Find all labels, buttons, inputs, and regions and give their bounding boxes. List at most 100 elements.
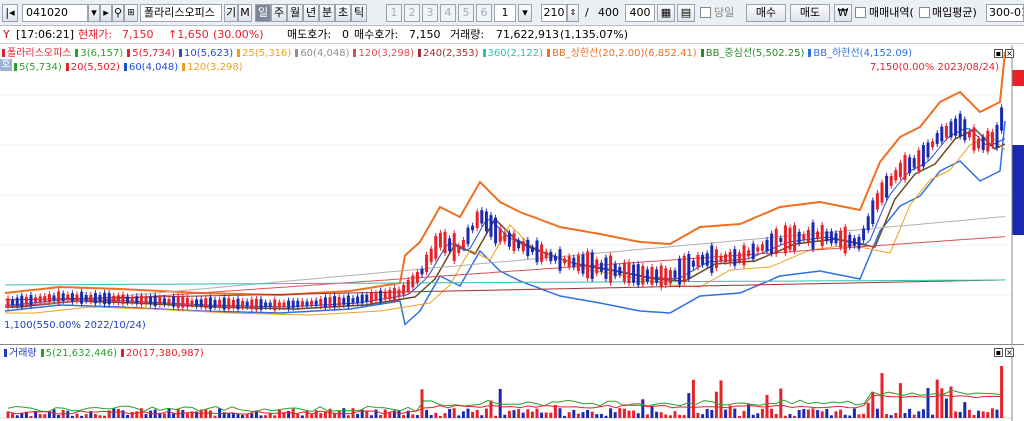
- volume-bar: [549, 412, 553, 418]
- candle-body: [130, 297, 134, 302]
- price-legend-item-11: BB_하한선(4,152.09): [808, 48, 912, 59]
- price-legend-item-9: BB_상한선(20,2.00)(6,852.41): [547, 48, 697, 59]
- volume-bar: [912, 414, 916, 418]
- volume-bar: [760, 408, 764, 418]
- candle-body: [126, 296, 130, 303]
- volume-bar: [273, 415, 277, 418]
- candle-body: [172, 296, 176, 307]
- period-tab-0[interactable]: 일: [255, 4, 271, 22]
- calendar-icon[interactable]: ▦: [657, 4, 675, 22]
- volume-bar: [388, 412, 392, 418]
- candle-body: [995, 125, 999, 148]
- candle-body: [15, 297, 19, 306]
- won-button[interactable]: ₩: [834, 4, 852, 22]
- price-legend-item-10: BB_중심선(5,502.25): [700, 48, 804, 59]
- total-input[interactable]: 400: [625, 4, 655, 22]
- volume-bar: [66, 410, 70, 418]
- candle-body: [558, 249, 562, 271]
- volume-minimize-icon[interactable]: ▪: [994, 348, 1003, 357]
- candle-body: [374, 293, 378, 301]
- grid-icon[interactable]: ▤: [677, 4, 695, 22]
- candle-body: [834, 233, 838, 244]
- next-icon[interactable]: ▸: [100, 4, 112, 22]
- candle-body: [190, 300, 194, 305]
- volume-bar: [80, 415, 84, 418]
- volume-bar: [521, 412, 525, 418]
- code-dropdown-icon[interactable]: ▾: [88, 4, 100, 22]
- volume-bar: [149, 410, 153, 418]
- side-tag[interactable]: 호: [0, 59, 12, 71]
- name-button-a[interactable]: 기: [224, 4, 238, 22]
- candle-body: [530, 247, 534, 252]
- volume-bar: [268, 413, 272, 418]
- toggle-icon[interactable]: ⊞: [124, 4, 138, 22]
- panel-minimize-icon[interactable]: ▪: [994, 49, 1003, 58]
- volume-bar: [977, 410, 981, 418]
- candle-body: [843, 226, 847, 254]
- volume-bar: [208, 410, 212, 418]
- volume-bar: [894, 412, 898, 418]
- volume-bar: [843, 414, 847, 418]
- period-tab-1[interactable]: 주: [271, 4, 287, 22]
- candle-body: [112, 295, 116, 302]
- slot-button-2[interactable]: 3: [422, 4, 438, 22]
- candle-body: [452, 233, 456, 261]
- candle-body: [687, 253, 691, 279]
- period-tab-3[interactable]: 년: [303, 4, 319, 22]
- volume-bar: [604, 415, 608, 418]
- slot-button-4[interactable]: 5: [458, 4, 474, 22]
- volume-bar: [356, 413, 360, 418]
- count-spin-icon[interactable]: ⇕: [567, 4, 579, 22]
- volume-bar: [93, 413, 97, 418]
- quote-bar: Y [17:06:21] 현재가: 7,150 ↑1,650 (30.00%) …: [0, 26, 1024, 44]
- candle-body: [981, 136, 985, 151]
- prev-button[interactable]: |◂: [2, 4, 18, 22]
- candle-body: [89, 294, 93, 302]
- stock-code-input[interactable]: 041020: [22, 4, 88, 22]
- price-legend2-item-1: 20(5,502): [65, 62, 120, 73]
- volume-close-icon[interactable]: ×: [1005, 348, 1014, 357]
- name-button-b[interactable]: M: [238, 4, 252, 22]
- candle-body: [98, 294, 102, 302]
- count-input[interactable]: 210: [541, 4, 567, 22]
- period-tab-2[interactable]: 월: [287, 4, 303, 22]
- today-checkbox[interactable]: [700, 7, 711, 18]
- period-tab-4[interactable]: 분: [319, 4, 335, 22]
- search-icon[interactable]: ⚲: [112, 4, 124, 22]
- candle-body: [162, 298, 166, 305]
- range-field[interactable]: 300-01: [986, 4, 1024, 22]
- avg-buy-checkbox[interactable]: [919, 7, 930, 18]
- ma25-line: [5, 134, 1006, 316]
- candle-body: [167, 298, 171, 304]
- price-legend-row2: 5(5,734) 20(5,502) 60(4,048) 120(3,298): [14, 62, 247, 74]
- volume-chart-panel[interactable]: 거래량 5(21,632,446) 20(17,380,987) ▪ ×: [0, 346, 1024, 421]
- candle-body: [397, 289, 401, 297]
- slot-dropdown-icon[interactable]: ▾: [518, 4, 532, 22]
- candle-body: [6, 298, 10, 307]
- candle-body: [107, 293, 111, 305]
- slot-button-5[interactable]: 6: [476, 4, 492, 22]
- slot-button-0[interactable]: 1: [386, 4, 402, 22]
- period-tab-6[interactable]: 틱: [351, 4, 367, 22]
- volume-bar: [788, 414, 792, 418]
- candle-body: [811, 222, 815, 250]
- volume-bar: [379, 415, 383, 418]
- slot-button-1[interactable]: 2: [404, 4, 420, 22]
- slot-button-3[interactable]: 4: [440, 4, 456, 22]
- candle-body: [116, 295, 120, 303]
- volume-bar: [935, 379, 939, 418]
- candle-body: [139, 295, 143, 305]
- panel-close-icon[interactable]: ×: [1005, 49, 1014, 58]
- slot-button-6[interactable]: 1: [494, 4, 516, 22]
- price-legend-item-6: 120(3,298): [353, 48, 414, 59]
- candle-body: [494, 217, 498, 244]
- stock-name-field[interactable]: 폴라리스오피스: [140, 4, 222, 22]
- buy-button[interactable]: 매수: [746, 4, 786, 22]
- trade-history-checkbox[interactable]: [855, 7, 866, 18]
- period-tab-5[interactable]: 초: [335, 4, 351, 22]
- sell-button[interactable]: 매도: [790, 4, 830, 22]
- candle-body: [599, 262, 603, 272]
- volume-bar: [43, 414, 47, 418]
- price-chart-panel[interactable]: 폴라리스오피스 3(6,157) 5(5,734) 10(5,623) 25(5,316…: [0, 45, 1024, 345]
- volume-bar: [213, 415, 217, 418]
